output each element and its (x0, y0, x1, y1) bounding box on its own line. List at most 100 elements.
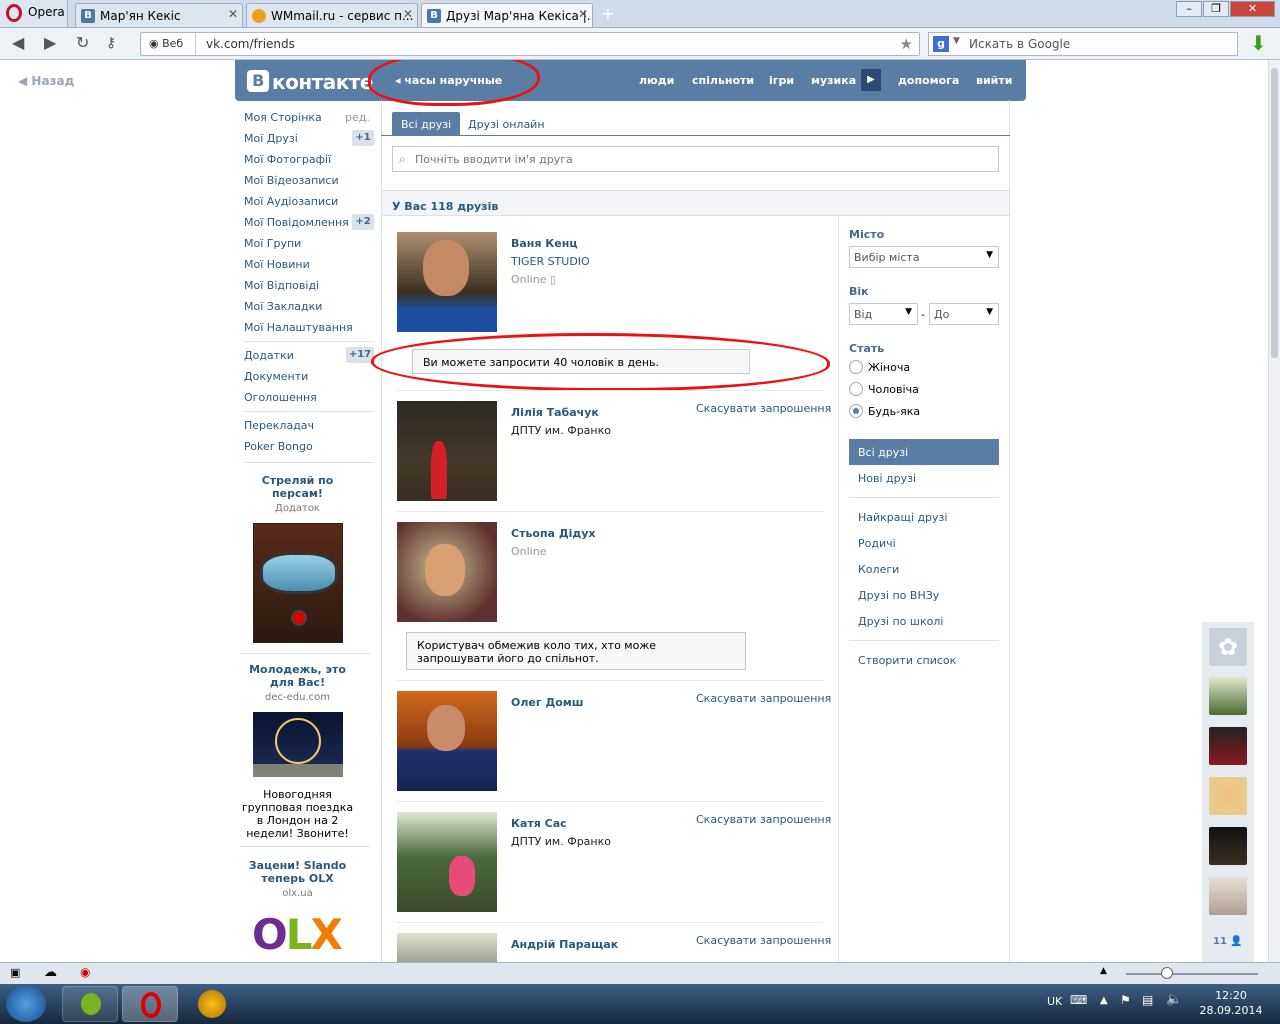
nav-games[interactable]: ігри (769, 74, 794, 87)
tray-expand-icon[interactable]: ▲ (1100, 995, 1108, 1006)
menu-edit-link[interactable]: ред. (345, 111, 370, 124)
friend-thumb[interactable] (1209, 877, 1247, 915)
menu-my-videos[interactable]: Мої Відеозаписи (244, 174, 339, 187)
friend-thumb[interactable] (1209, 777, 1247, 815)
friend-name[interactable]: Ваня Кенц (511, 237, 578, 250)
menu-apps[interactable]: Додатки (244, 349, 294, 362)
web-badge[interactable]: ◉ Веб (141, 33, 196, 55)
zoom-up-icon[interactable]: ▲ (1100, 966, 1107, 976)
forward-arrow-icon[interactable]: ▶ (44, 35, 56, 51)
cancel-request-link[interactable]: Скасувати запрошення (696, 692, 831, 705)
page-scrollbar[interactable] (1268, 60, 1280, 962)
menu-my-messages[interactable]: Мої Повідомлення (244, 216, 349, 229)
scrollbar-thumb[interactable] (1271, 68, 1278, 358)
sex-female-label[interactable]: Жіноча (868, 361, 910, 374)
new-tab-button[interactable]: + (598, 4, 618, 24)
list-school-friends[interactable]: Друзі по школі (858, 615, 943, 628)
nav-help[interactable]: допомога (898, 74, 959, 87)
apps-count-badge[interactable]: +17 (346, 347, 374, 363)
tab-friends-online[interactable]: Друзі онлайн (459, 112, 554, 136)
panel-toggle-icon[interactable]: ▣ (10, 966, 20, 979)
friend-name[interactable]: Лілія Табачук (511, 406, 599, 419)
friend-avatar[interactable] (397, 522, 497, 622)
friend-thumb[interactable] (1209, 827, 1247, 865)
menu-ads[interactable]: Оголошення (244, 391, 317, 404)
friend-avatar[interactable] (397, 933, 497, 962)
back-link[interactable]: ◀ Назад (18, 74, 74, 88)
language-indicator[interactable]: UK (1047, 995, 1062, 1008)
zoom-slider-handle[interactable] (1161, 967, 1173, 979)
turbo-icon[interactable]: ◉ (80, 965, 90, 979)
friend-name[interactable]: Олег Домш (511, 696, 583, 709)
friend-avatar[interactable] (397, 232, 497, 332)
friend-thumb[interactable] (1209, 677, 1247, 715)
key-icon[interactable]: ⚷ (106, 35, 116, 51)
menu-my-photos[interactable]: Мої Фотографії (244, 153, 331, 166)
ad-title[interactable]: Стреляй по персам! (240, 474, 355, 500)
list-best-friends[interactable]: Найкращі друзі (858, 511, 947, 524)
maximize-button[interactable]: ❐ (1203, 1, 1229, 17)
browser-tab[interactable]: WMmail.ru - сервис п... ✕ (246, 3, 418, 27)
menu-translator[interactable]: Перекладач (244, 419, 314, 432)
opera-taskbar-icon[interactable] (122, 986, 178, 1022)
list-university-friends[interactable]: Друзі по ВНЗу (858, 589, 939, 602)
menu-my-bookmarks[interactable]: Мої Закладки (244, 300, 322, 313)
back-arrow-icon[interactable]: ◀ (12, 35, 24, 51)
vk-logo[interactable]: Вконтакте (247, 70, 373, 94)
messages-count-badge[interactable]: +2 (352, 214, 374, 230)
create-list-link[interactable]: Створити список (858, 654, 956, 667)
nav-more-arrow-icon[interactable]: ▶ (861, 69, 881, 91)
minimize-button[interactable]: – (1176, 1, 1202, 17)
nav-people[interactable]: люди (639, 74, 674, 87)
utorrent-taskbar-icon[interactable] (62, 986, 118, 1022)
friend-name[interactable]: Андрій Паращак (511, 938, 618, 951)
friend-search-input[interactable]: ⌕ Почніть вводити ім'я друга (392, 146, 999, 172)
online-count[interactable]: 11 👤 (1213, 936, 1243, 947)
sex-any-radio[interactable] (849, 404, 863, 418)
browser-tab[interactable]: B Мар'ян Кекіс ✕ (75, 3, 243, 27)
close-tab-icon[interactable]: ✕ (403, 7, 413, 21)
browser-tab-active[interactable]: B Друзі Мар'яна Кекіса |... ✕ (421, 3, 593, 27)
zoom-slider-track[interactable] (1126, 973, 1258, 975)
aimp-taskbar-icon[interactable] (198, 990, 226, 1018)
sex-any-label[interactable]: Будь-яка (868, 405, 920, 418)
menu-my-friends[interactable]: Мої Друзі (244, 132, 298, 145)
dropdown-arrow-icon[interactable]: ▼ (953, 36, 960, 46)
tab-all-friends[interactable]: Всі друзі (392, 112, 461, 136)
sex-male-radio[interactable] (849, 382, 863, 396)
menu-my-groups[interactable]: Мої Групи (244, 237, 301, 250)
olx-logo[interactable]: OLX (252, 912, 343, 958)
close-tab-icon[interactable]: ✕ (228, 7, 238, 21)
google-search-field[interactable]: g ▼ Искать в Google (928, 32, 1238, 56)
friend-name[interactable]: Катя Сас (511, 817, 567, 830)
network-icon[interactable]: ▤ (1142, 993, 1153, 1007)
volume-icon[interactable]: 🔈 (1166, 992, 1182, 1007)
menu-my-settings[interactable]: Мої Налаштування (244, 321, 353, 334)
download-icon[interactable]: ⬇ (1250, 33, 1270, 55)
nav-logout[interactable]: вийти (976, 74, 1012, 87)
menu-my-audio[interactable]: Мої Аудіозаписи (244, 195, 338, 208)
cancel-request-link[interactable]: Скасувати запрошення (696, 813, 831, 826)
friend-avatar[interactable] (397, 691, 497, 791)
vk-dog-icon[interactable]: ✿ (1209, 628, 1247, 666)
ad-text[interactable]: Новогодняя групповая поездка в Лондон на… (240, 788, 355, 840)
city-select[interactable]: Вибір міста ▼ (849, 246, 999, 268)
age-to-select[interactable]: До ▼ (929, 303, 999, 325)
start-button[interactable] (6, 986, 46, 1022)
list-all-friends[interactable]: Всі друзі (849, 439, 999, 465)
friends-count-badge[interactable]: +1 (352, 130, 374, 146)
menu-my-page[interactable]: Моя Сторінка (244, 111, 322, 124)
nav-music[interactable]: музика (811, 74, 856, 87)
keyboard-icon[interactable]: ⌨ (1070, 993, 1087, 1007)
system-clock[interactable]: 12:20 28.09.2014 (1196, 988, 1266, 1018)
cloud-icon[interactable]: ☁ (44, 965, 57, 980)
friend-thumb[interactable] (1209, 727, 1247, 765)
cancel-request-link[interactable]: Скасувати запрошення (696, 402, 831, 415)
ad-title[interactable]: Молодежь, это для Вас! (240, 663, 355, 689)
bookmark-star-icon[interactable]: ★ (900, 35, 913, 53)
friend-subtitle[interactable]: TIGER STUDIO (511, 255, 590, 268)
list-relatives[interactable]: Родичі (858, 537, 896, 550)
list-colleagues[interactable]: Колеги (858, 563, 899, 576)
menu-documents[interactable]: Документи (244, 370, 308, 383)
sex-female-radio[interactable] (849, 360, 863, 374)
